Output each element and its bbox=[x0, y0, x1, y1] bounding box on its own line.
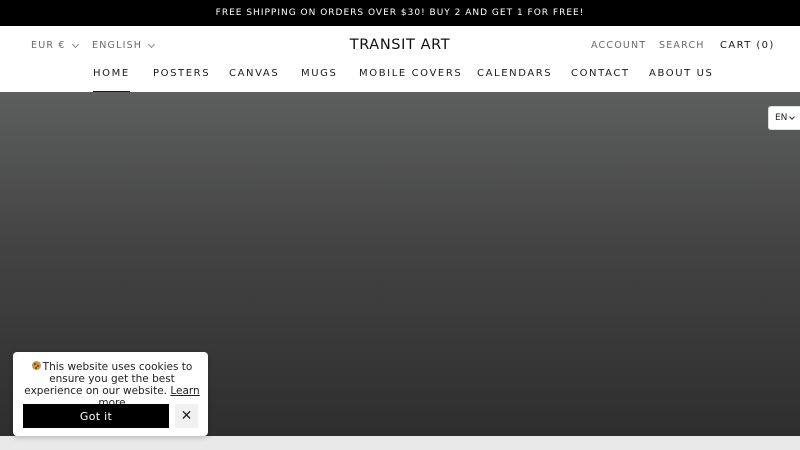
cart-link[interactable]: CART (0) bbox=[720, 40, 775, 51]
account-link[interactable]: ACCOUNT bbox=[591, 40, 646, 51]
nav-item-posters[interactable]: POSTERS bbox=[153, 68, 210, 92]
cookie-message: This website uses cookies to ensure you … bbox=[24, 361, 193, 397]
brand-logo[interactable]: TRANSIT ART bbox=[350, 37, 450, 53]
accept-cookies-button[interactable]: Got it bbox=[23, 404, 169, 428]
nav-item-mugs[interactable]: MUGS bbox=[301, 68, 337, 92]
nav-item-calendars[interactable]: CALENDARS bbox=[477, 68, 552, 92]
announcement-bar: FREE SHIPPING ON ORDERS OVER $30! BUY 2 … bbox=[0, 0, 800, 26]
nav-item-mobile-covers[interactable]: MOBILE COVERS bbox=[359, 68, 462, 92]
language-selector[interactable]: ENGLISH bbox=[92, 40, 156, 51]
search-link[interactable]: SEARCH bbox=[659, 40, 705, 51]
chevron-down-icon bbox=[148, 40, 156, 48]
close-cookie-button[interactable]: ✕ bbox=[175, 404, 198, 428]
main-nav: HOME POSTERS CANVAS MUGS MOBILE COVERS C… bbox=[0, 68, 800, 93]
currency-selector[interactable]: EUR € bbox=[31, 40, 79, 51]
nav-item-home[interactable]: HOME bbox=[93, 68, 130, 93]
close-icon: ✕ bbox=[180, 408, 193, 424]
chevron-down-icon bbox=[71, 40, 79, 48]
site-header: EUR € ENGLISH TRANSIT ART ACCOUNT SEARCH… bbox=[0, 26, 800, 93]
nav-item-canvas[interactable]: CANVAS bbox=[229, 68, 279, 92]
nav-item-contact[interactable]: CONTACT bbox=[571, 68, 630, 92]
cookie-icon bbox=[31, 361, 41, 370]
announcement-text: FREE SHIPPING ON ORDERS OVER $30! BUY 2 … bbox=[215, 8, 585, 18]
page-section-divider bbox=[0, 436, 800, 450]
language-label: ENGLISH bbox=[92, 40, 143, 51]
cookie-banner: This website uses cookies to ensure you … bbox=[13, 352, 208, 436]
accept-cookies-label: Got it bbox=[79, 409, 113, 423]
currency-label: EUR € bbox=[31, 40, 66, 51]
nav-item-about-us[interactable]: ABOUT US bbox=[649, 68, 713, 92]
cookie-message-wrapper: This website uses cookies to ensure you … bbox=[21, 361, 203, 409]
chevron-down-icon bbox=[789, 113, 796, 120]
language-switcher-label: EN bbox=[775, 113, 788, 123]
language-switcher[interactable]: EN bbox=[768, 106, 800, 130]
